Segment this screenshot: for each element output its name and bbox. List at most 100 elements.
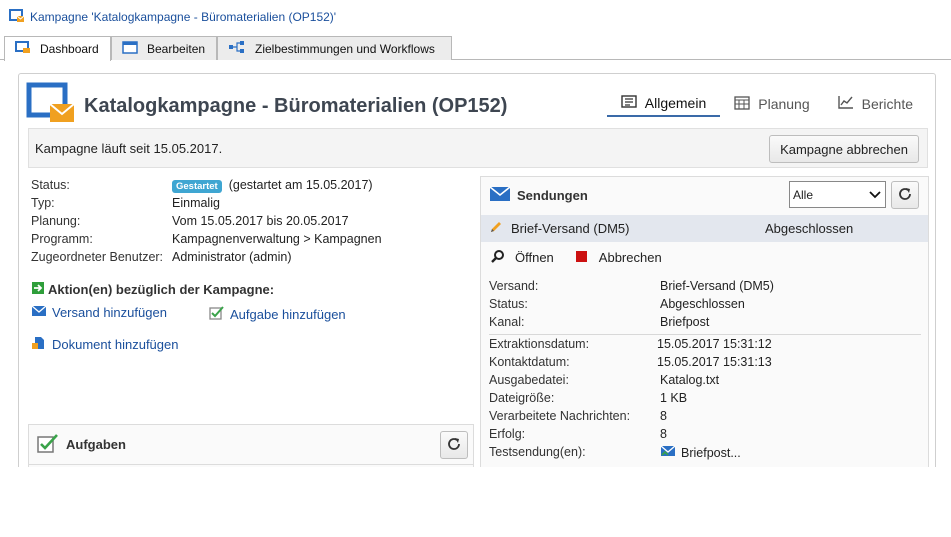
property-status: Status: Gestartet (gestartet am 15.05.201… — [31, 176, 382, 194]
view-planning-label: Planung — [758, 95, 810, 112]
detail-row: Dateigröße: 1 KB — [489, 391, 687, 405]
view-switcher: Allgemein Planung Berichte — [606, 90, 927, 117]
open-delivery-button[interactable]: Öffnen — [491, 249, 554, 266]
stop-icon — [575, 250, 587, 265]
status-badge: Gestartet — [172, 179, 222, 193]
actions-heading: Aktion(en) bezüglich der Kampagne: — [31, 281, 274, 298]
delivery-state: Abgeschlossen — [765, 221, 854, 236]
view-reports[interactable]: Berichte — [824, 90, 927, 117]
form-icon — [621, 94, 637, 111]
add-document-label: Dokument hinzufügen — [52, 337, 179, 352]
tab-workflows-label: Zielbestimmungen und Workflows — [255, 41, 435, 56]
delivery-row[interactable]: Brief-Versand (DM5) Abgeschlossen — [481, 215, 928, 242]
dashboard-viewport: Katalogkampagne - Büromaterialien (OP152… — [0, 61, 940, 467]
abort-campaign-button[interactable]: Kampagne abbrechen — [769, 135, 919, 163]
deliveries-filter-select[interactable]: Alle — [789, 181, 886, 208]
detail-row: Kontaktdatum: 15.05.2017 15:31:13 — [489, 355, 772, 369]
detail-label: Status: — [489, 297, 528, 311]
detail-row: Ausgabedatei: Katalog.txt — [489, 373, 719, 387]
property-value: Vom 15.05.2017 bis 20.05.2017 — [172, 214, 349, 228]
detail-row: Erfolg: 8 — [489, 427, 667, 441]
tasks-panel-title: Aufgaben — [66, 437, 126, 452]
tasks-panel-header: Aufgaben — [29, 425, 473, 465]
page-title: Katalogkampagne - Büromaterialien (OP152… — [84, 95, 508, 117]
filter-value: Alle — [793, 187, 814, 202]
program-link[interactable]: Kampagnenverwaltung > Kampagnen — [172, 232, 382, 246]
window-title: Kampagne 'Katalogkampagne - Büromaterial… — [30, 10, 337, 24]
tab-dashboard[interactable]: Dashboard — [4, 36, 111, 61]
detail-label: Testsendung(en): — [489, 445, 586, 459]
campaign-running-text: Kampagne läuft seit 15.05.2017. — [35, 140, 223, 156]
refresh-icon — [898, 187, 912, 204]
add-task-link[interactable]: Aufgabe hinzufügen — [209, 305, 346, 323]
detail-value: 1 KB — [660, 391, 688, 405]
campaign-icon — [9, 8, 25, 26]
tab-edit[interactable]: Bearbeiten — [111, 36, 217, 60]
detail-label: Verarbeitete Nachrichten: — [489, 409, 631, 423]
tasks-refresh-button[interactable] — [440, 431, 468, 459]
output-file-link[interactable]: Katalog.txt — [660, 373, 719, 387]
chevron-down-icon — [869, 188, 881, 202]
window-icon — [122, 40, 138, 57]
campaign-large-icon — [26, 82, 76, 129]
pencil-icon — [489, 220, 503, 237]
tab-edit-label: Bearbeiten — [147, 41, 206, 56]
proof-link[interactable]: Briefpost... — [681, 446, 741, 460]
detail-value: Brief-Versand (DM5) — [660, 279, 774, 293]
delivery-name: Brief-Versand (DM5) — [511, 221, 630, 236]
detail-label: Kanal: — [489, 315, 525, 329]
detail-row: Verarbeitete Nachrichten: 8 — [489, 409, 667, 423]
view-general-label: Allgemein — [644, 94, 707, 111]
deliveries-panel-title: Sendungen — [517, 187, 588, 203]
add-task-label: Aufgabe hinzufügen — [230, 306, 346, 322]
view-general[interactable]: Allgemein — [606, 90, 721, 117]
add-delivery-link[interactable]: Versand hinzufügen — [31, 305, 167, 320]
property-type: Typ: Einmalig — [31, 194, 382, 212]
detail-label: Ausgabedatei: — [489, 373, 569, 387]
detail-row: Versand: Brief-Versand (DM5) — [489, 279, 774, 293]
detail-row: Testsendung(en): Briefpost... — [489, 445, 741, 460]
envelope-icon — [31, 305, 47, 320]
detail-label: Versand: — [489, 279, 539, 293]
tab-workflows[interactable]: Zielbestimmungen und Workflows — [217, 36, 452, 60]
detail-row: Status: Abgeschlossen — [489, 297, 745, 311]
detail-value: Briefpost — [660, 315, 710, 329]
property-label: Status: — [31, 178, 70, 192]
calendar-icon — [734, 95, 750, 113]
tab-dashboard-label: Dashboard — [40, 42, 99, 56]
add-delivery-label: Versand hinzufügen — [52, 305, 167, 320]
property-value: (gestartet am 15.05.2017) — [228, 177, 373, 192]
detail-value: 15.05.2017 15:31:13 — [657, 355, 772, 369]
add-document-link[interactable]: Dokument hinzufügen — [31, 335, 178, 354]
deliveries-refresh-button[interactable] — [891, 181, 919, 209]
line-chart-icon — [837, 95, 854, 112]
open-label: Öffnen — [515, 250, 554, 265]
tasks-icon — [37, 433, 59, 456]
deliveries-panel: Sendungen Alle Brief-Versand (DM5) Abges… — [480, 176, 929, 467]
property-value: Einmalig — [172, 196, 220, 210]
tab-bar: Dashboard Bearbeiten Zielbestimmungen un… — [0, 34, 951, 61]
actions-heading-text: Aktion(en) bezüglich der Kampagne: — [48, 282, 275, 297]
cancel-label: Abbrechen — [598, 250, 662, 265]
document-icon — [31, 335, 47, 354]
detail-label: Kontaktdatum: — [489, 355, 570, 369]
campaign-card: Katalogkampagne - Büromaterialien (OP152… — [18, 73, 936, 467]
view-planning[interactable]: Planung — [720, 90, 823, 117]
detail-label: Erfolg: — [489, 427, 526, 441]
task-check-icon — [209, 305, 225, 323]
arrow-right-icon — [31, 281, 45, 298]
window-titlebar: Kampagne 'Katalogkampagne - Büromaterial… — [0, 0, 951, 34]
campaign-properties: Status: Gestartet (gestartet am 15.05.201… — [31, 176, 382, 266]
detail-divider — [489, 334, 921, 335]
envelope-icon — [489, 185, 511, 205]
property-label: Planung: — [31, 214, 81, 228]
cancel-delivery-button[interactable]: Abbrechen — [575, 250, 662, 265]
workflow-icon — [228, 40, 246, 57]
campaign-status-bar: Kampagne läuft seit 15.05.2017. Kampagne… — [28, 128, 928, 168]
property-planning: Planung: Vom 15.05.2017 bis 20.05.2017 — [31, 212, 382, 230]
detail-value: 15.05.2017 15:31:12 — [657, 337, 772, 351]
detail-value: 8 — [660, 409, 667, 423]
refresh-icon — [447, 437, 461, 454]
property-value: Administrator (admin) — [172, 250, 292, 264]
detail-row: Extraktionsdatum: 15.05.2017 15:31:12 — [489, 337, 772, 351]
